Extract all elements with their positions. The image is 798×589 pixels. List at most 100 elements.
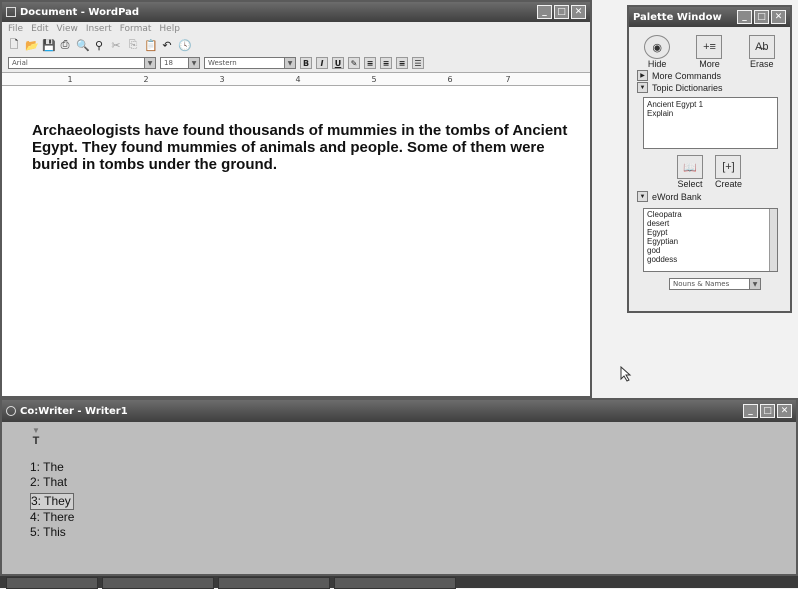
maximize-button[interactable]: □	[554, 5, 569, 19]
prediction-item[interactable]: 2: That	[30, 475, 74, 490]
ruler-mark: 5	[371, 74, 377, 84]
topic-dictionaries-toggle[interactable]: ▼ Topic Dictionaries	[637, 82, 790, 93]
more-commands-toggle[interactable]: ▶ More Commands	[637, 70, 790, 81]
list-item[interactable]: Egyptian	[647, 237, 774, 246]
ruler-mark: 7	[505, 74, 511, 84]
print-icon[interactable]: ⎙	[59, 38, 71, 52]
prediction-item[interactable]: 1: The	[30, 460, 74, 475]
erase-icon: A̶b	[748, 35, 775, 59]
ruler-mark: 2	[143, 74, 149, 84]
bullets-button[interactable]: ☰	[412, 57, 424, 69]
ruler-mark: 1	[67, 74, 73, 84]
taskbar-item[interactable]	[6, 577, 98, 589]
open-icon[interactable]: 📂	[25, 39, 39, 52]
new-icon[interactable]: 🗋	[8, 36, 20, 55]
hide-button[interactable]: ◉ Hide	[644, 35, 671, 69]
mouse-cursor	[620, 365, 632, 382]
cut-icon[interactable]: ✂	[110, 39, 122, 52]
color-button[interactable]: ✎	[348, 57, 360, 69]
menu-file[interactable]: File	[8, 24, 23, 34]
ruler-mark: 6	[447, 74, 453, 84]
undo-icon[interactable]: ↶	[161, 39, 173, 52]
minimize-button[interactable]: _	[743, 404, 758, 418]
close-button[interactable]: ✕	[571, 5, 586, 19]
menu-format[interactable]: Format	[120, 24, 152, 34]
chevron-down-icon: ▼	[188, 58, 199, 68]
document-icon	[6, 7, 16, 17]
minimize-button[interactable]: _	[737, 10, 752, 24]
ruler[interactable]: 1 2 3 4 5 6 7	[2, 72, 590, 86]
format-toolbar: Arial ▼ 18 ▼ Western ▼ B I U ✎ ≡ ≡ ≡ ☰	[2, 54, 590, 72]
bold-button[interactable]: B	[300, 57, 312, 69]
close-button[interactable]: ✕	[777, 404, 792, 418]
taskbar-item[interactable]	[102, 577, 214, 589]
menu-insert[interactable]: Insert	[86, 24, 112, 34]
word-bank-list[interactable]: Cleopatra desert Egypt Egyptian god godd…	[643, 208, 778, 272]
font-size-select[interactable]: 18 ▼	[160, 57, 200, 69]
hide-icon: ◉	[644, 35, 671, 59]
word-filter-select[interactable]: Nouns & Names ▼	[669, 278, 761, 290]
align-left-button[interactable]: ≡	[364, 57, 376, 69]
create-button[interactable]: [+] Create	[715, 155, 742, 189]
align-right-button[interactable]: ≡	[396, 57, 408, 69]
insert-datetime-icon[interactable]: 🕓	[178, 39, 192, 52]
chevron-down-icon: ▼	[749, 279, 760, 289]
scrollbar[interactable]	[769, 209, 777, 271]
wordpad-window: Document - WordPad _ □ ✕ File Edit View …	[0, 0, 592, 398]
taskbar-item[interactable]	[218, 577, 330, 589]
new-book-icon: [+]	[715, 155, 742, 179]
maximize-button[interactable]: □	[754, 10, 769, 24]
italic-button[interactable]: I	[316, 57, 328, 69]
underline-button[interactable]: U	[332, 57, 344, 69]
menu-help[interactable]: Help	[159, 24, 180, 34]
erase-button[interactable]: A̶b Erase	[748, 35, 775, 69]
close-button[interactable]: ✕	[771, 10, 786, 24]
select-button[interactable]: 📖 Select	[676, 155, 703, 189]
list-item[interactable]: Egypt	[647, 228, 774, 237]
prediction-item-selected[interactable]: 3: They	[30, 493, 74, 510]
maximize-button[interactable]: □	[760, 404, 775, 418]
palette-titlebar[interactable]: Palette Window _ □ ✕	[629, 7, 790, 27]
list-item[interactable]: goddess	[647, 255, 774, 264]
ruler-mark: 4	[295, 74, 301, 84]
document-body[interactable]: Archaeologists have found thousands of m…	[32, 122, 580, 173]
find-icon[interactable]: ⚲	[93, 39, 105, 52]
list-item[interactable]: Explain	[647, 109, 774, 118]
list-item[interactable]: Cleopatra	[647, 210, 774, 219]
menu-view[interactable]: View	[57, 24, 78, 34]
wordpad-titlebar[interactable]: Document - WordPad _ □ ✕	[2, 2, 590, 22]
expand-icon: ▶	[637, 70, 648, 81]
cowriter-title: Co:Writer - Writer1	[20, 405, 128, 417]
paste-icon[interactable]: 📋	[144, 39, 158, 52]
chevron-down-icon: ▼	[144, 58, 155, 68]
prediction-item[interactable]: 5: This	[30, 525, 74, 540]
prefix-indicator: ▼ T	[32, 426, 40, 447]
list-item[interactable]: Ancient Egypt 1	[647, 100, 774, 109]
palette-title: Palette Window	[633, 11, 722, 23]
menu-edit[interactable]: Edit	[31, 24, 48, 34]
taskbar	[0, 576, 798, 589]
more-button[interactable]: +≡ More	[696, 35, 723, 69]
save-icon[interactable]: 💾	[42, 39, 56, 52]
copy-icon[interactable]: ⎘	[127, 38, 139, 52]
more-icon: +≡	[696, 35, 723, 59]
print-preview-icon[interactable]: 🔍	[76, 39, 90, 52]
prediction-item[interactable]: 4: There	[30, 510, 74, 525]
standard-toolbar: 🗋 📂 💾 ⎙ 🔍 ⚲ ✂ ⎘ 📋 ↶ 🕓	[2, 36, 590, 54]
book-icon: 📖	[676, 155, 703, 179]
menu-bar: File Edit View Insert Format Help	[2, 22, 590, 36]
cowriter-icon	[6, 406, 16, 416]
chevron-down-icon: ▼	[284, 58, 295, 68]
word-bank-toggle[interactable]: ▼ eWord Bank	[637, 191, 790, 202]
font-name-select[interactable]: Arial ▼	[8, 57, 156, 69]
collapse-icon: ▼	[637, 191, 648, 202]
topic-list[interactable]: Ancient Egypt 1 Explain	[643, 97, 778, 149]
list-item[interactable]: god	[647, 246, 774, 255]
collapse-icon: ▼	[637, 82, 648, 93]
cowriter-titlebar[interactable]: Co:Writer - Writer1 _ □ ✕	[2, 400, 796, 422]
taskbar-item[interactable]	[334, 577, 456, 589]
align-center-button[interactable]: ≡	[380, 57, 392, 69]
minimize-button[interactable]: _	[537, 5, 552, 19]
list-item[interactable]: desert	[647, 219, 774, 228]
script-select[interactable]: Western ▼	[204, 57, 296, 69]
